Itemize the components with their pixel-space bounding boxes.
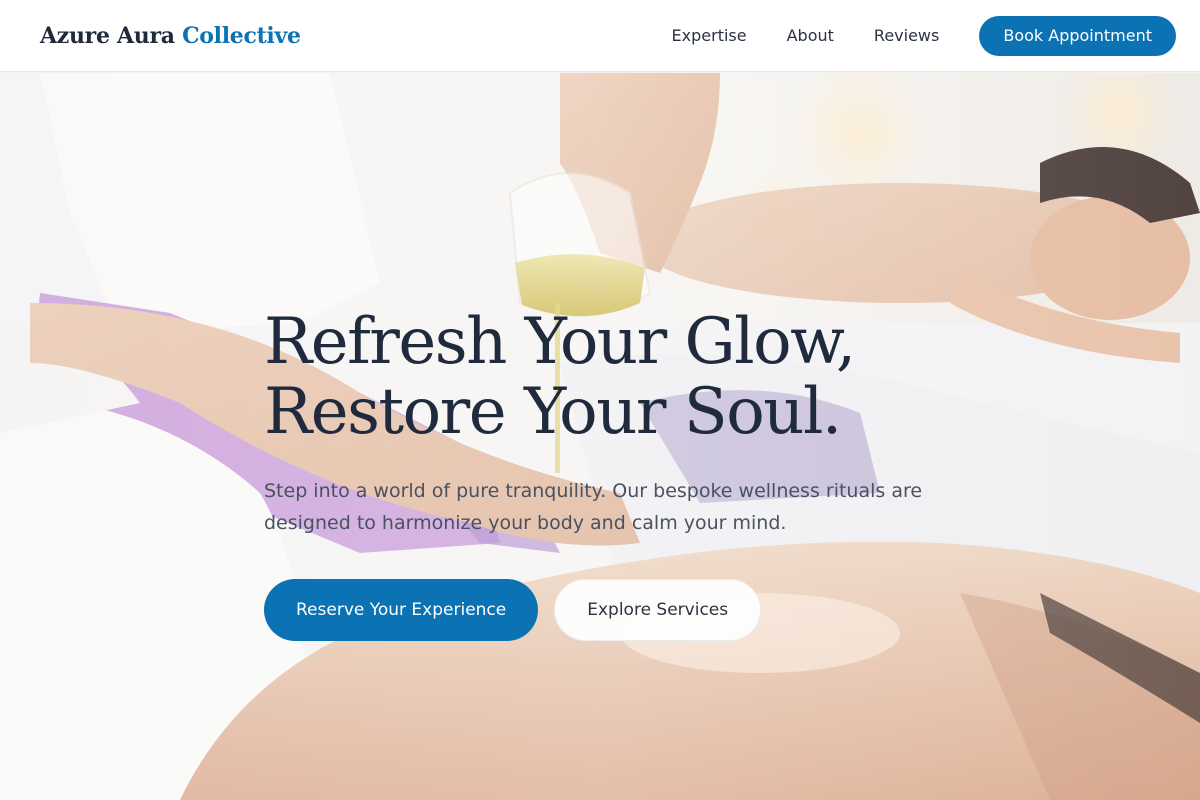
hero-section: Refresh Your Glow, Restore Your Soul. St… xyxy=(0,73,1200,800)
brand-name-accent: Collective xyxy=(182,22,301,49)
nav-link-reviews[interactable]: Reviews xyxy=(874,26,939,45)
nav-link-expertise[interactable]: Expertise xyxy=(672,26,747,45)
nav-link-about[interactable]: About xyxy=(787,26,834,45)
explore-services-button[interactable]: Explore Services xyxy=(554,579,762,641)
reserve-experience-button[interactable]: Reserve Your Experience xyxy=(264,579,539,641)
book-appointment-button[interactable]: Book Appointment xyxy=(979,15,1176,56)
hero-headline-line-1: Refresh Your Glow, xyxy=(264,305,856,379)
hero-headline-line-2: Restore Your Soul. xyxy=(264,375,842,449)
hero-content: Refresh Your Glow, Restore Your Soul. St… xyxy=(264,307,944,641)
hero-subtext: Step into a world of pure tranquility. O… xyxy=(264,480,923,534)
brand-logo[interactable]: Azure Aura Collective xyxy=(40,23,301,49)
main-nav: Expertise About Reviews Book Appointment xyxy=(672,15,1176,56)
brand-name-primary: Azure Aura xyxy=(40,22,175,49)
site-header: Azure Aura Collective Expertise About Re… xyxy=(0,0,1200,72)
hero-headline: Refresh Your Glow, Restore Your Soul. xyxy=(264,307,944,447)
hero-cta-row: Reserve Your Experience Explore Services xyxy=(264,579,944,641)
